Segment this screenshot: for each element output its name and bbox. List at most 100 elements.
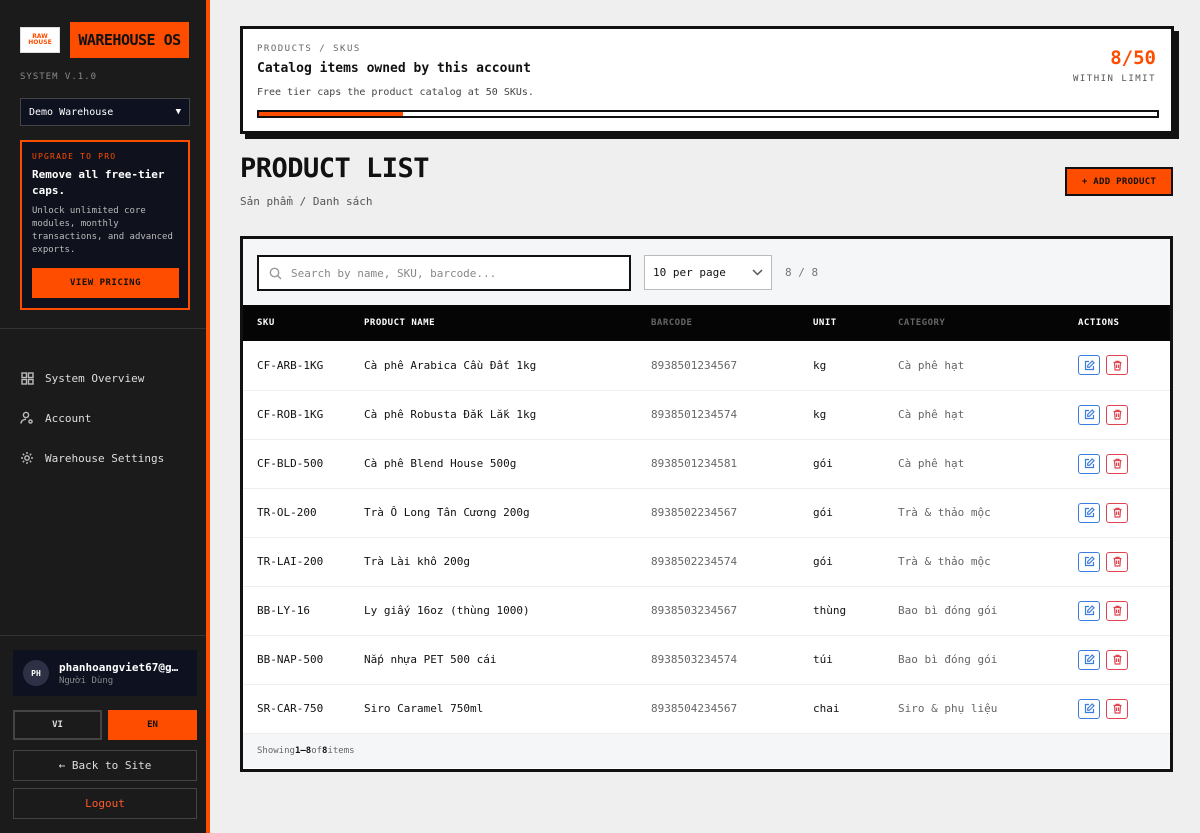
logo-row: RAW HOUSE WAREHOUSE OS	[20, 22, 189, 58]
row-actions	[1078, 600, 1170, 621]
quota-count: 8/50	[1110, 47, 1156, 69]
cell-barcode: 8938501234574	[651, 408, 738, 421]
cell-actions	[1078, 635, 1170, 684]
row-actions	[1078, 502, 1170, 523]
table-row[interactable]: CF-ROB-1KG Cà phê Robusta Đắk Lắk 1kg 8938…	[243, 390, 1170, 439]
cell-sku: BB-NAP-500	[257, 653, 324, 666]
avatar: PH	[23, 660, 49, 686]
quota-card: PRODUCTS / SKUS Catalog items owned by t…	[240, 26, 1174, 134]
column-header-name[interactable]: PRODUCT NAME	[364, 305, 651, 341]
table-row[interactable]: SR-CAR-750 Siro Caramel 750ml 893850423456…	[243, 684, 1170, 733]
delete-button[interactable]	[1106, 551, 1128, 572]
cell-category: Trà & thảo mộc	[898, 506, 991, 519]
trash-icon	[1113, 654, 1121, 665]
edit-button[interactable]	[1078, 698, 1100, 719]
column-header-category[interactable]: CATEGORY	[898, 305, 1078, 341]
cell-actions	[1078, 390, 1170, 439]
search-box[interactable]	[257, 255, 631, 291]
cell-sku: TR-OL-200	[257, 506, 317, 519]
column-header-unit[interactable]: UNIT	[813, 305, 898, 341]
quota-heading: Catalog items owned by this account	[257, 61, 531, 76]
edit-button[interactable]	[1078, 502, 1100, 523]
trash-icon	[1113, 605, 1121, 616]
sidebar-item-system-overview[interactable]: System Overview	[20, 358, 164, 398]
row-actions	[1078, 404, 1170, 425]
edit-icon	[1084, 654, 1095, 665]
footer-prefix: Showing	[257, 745, 295, 756]
table-row[interactable]: CF-BLD-500 Cà phê Blend House 500g 8938501…	[243, 439, 1170, 488]
product-table: SKU PRODUCT NAME BARCODE UNIT CATEGORY A…	[243, 305, 1170, 734]
lang-en-button[interactable]: EN	[108, 710, 197, 740]
logout-button[interactable]: Logout	[13, 788, 197, 819]
sidebar-nav: System Overview Account Warehouse Settin…	[20, 358, 164, 478]
cell-product-name: Ly giấy 16oz (thùng 1000)	[364, 604, 530, 617]
search-input[interactable]	[291, 266, 611, 280]
user-card[interactable]: PH phanhoangviet67@g… Người Dùng	[13, 650, 197, 696]
column-header-actions: ACTIONS	[1078, 318, 1120, 328]
lang-vi-button[interactable]: VI	[13, 710, 102, 740]
footer-mid: of	[311, 745, 323, 756]
cell-actions	[1078, 537, 1170, 586]
add-product-button[interactable]: + ADD PRODUCT	[1065, 167, 1173, 196]
delete-button[interactable]	[1106, 453, 1128, 474]
quota-status: WITHIN LIMIT	[1072, 74, 1156, 84]
cell-barcode: 8938501234581	[651, 457, 738, 470]
row-actions	[1078, 649, 1170, 670]
cell-category: Trà & thảo mộc	[898, 555, 991, 568]
edit-button[interactable]	[1078, 551, 1100, 572]
user-info: phanhoangviet67@g… Người Dùng	[59, 661, 187, 686]
edit-button[interactable]	[1078, 600, 1100, 621]
cell-unit: kg	[813, 408, 827, 421]
delete-button[interactable]	[1106, 355, 1128, 376]
cell-barcode: 8938502234567	[651, 506, 738, 519]
edit-button[interactable]	[1078, 453, 1100, 474]
edit-icon	[1084, 703, 1095, 714]
cell-actions	[1078, 586, 1170, 635]
table-row[interactable]: TR-OL-200 Trà Ô Long Tân Cương 200g 893850…	[243, 488, 1170, 537]
quota-progress-bar	[257, 110, 1159, 118]
back-to-site-button[interactable]: ← Back to Site	[13, 750, 197, 781]
edit-button[interactable]	[1078, 404, 1100, 425]
edit-button[interactable]	[1078, 355, 1100, 376]
sidebar-item-warehouse-settings[interactable]: Warehouse Settings	[20, 438, 164, 478]
divider	[0, 328, 206, 329]
user-role: Người Dùng	[59, 675, 114, 686]
delete-button[interactable]	[1106, 404, 1128, 425]
row-actions	[1078, 698, 1170, 719]
table-row[interactable]: TR-LAI-200 Trà Lài khô 200g 8938502234574 g…	[243, 537, 1170, 586]
table-header: SKU PRODUCT NAME BARCODE UNIT CATEGORY A…	[243, 305, 1170, 341]
per-page-select[interactable]: 10 per page	[644, 255, 772, 290]
divider	[0, 635, 206, 636]
sidebar-item-label: System Overview	[45, 371, 145, 385]
item-count: 8 / 8	[785, 266, 819, 279]
cell-product-name: Siro Caramel 750ml	[364, 702, 484, 715]
row-actions	[1078, 551, 1170, 572]
table-row[interactable]: BB-NAP-500 Nắp nhựa PET 500 cái 8938503234…	[243, 635, 1170, 684]
table-row[interactable]: BB-LY-16 Ly giấy 16oz (thùng 1000) 8938503…	[243, 586, 1170, 635]
column-header-sku[interactable]: SKU	[243, 305, 364, 341]
delete-button[interactable]	[1106, 600, 1128, 621]
column-header-barcode[interactable]: BARCODE	[651, 305, 813, 341]
view-pricing-button[interactable]: VIEW PRICING	[32, 268, 179, 298]
table-row[interactable]: CF-ARB-1KG Cà phê Arabica Cầu Đất 1kg 8938…	[243, 341, 1170, 390]
quota-progress-fill	[259, 112, 403, 116]
page-title: PRODUCT LIST	[240, 153, 430, 184]
cell-category: Cà phê hạt	[898, 408, 965, 421]
delete-button[interactable]	[1106, 649, 1128, 670]
sidebar-item-account[interactable]: Account	[20, 398, 164, 438]
delete-button[interactable]	[1106, 698, 1128, 719]
warehouse-select[interactable]: Demo Warehouse ▼	[20, 98, 190, 126]
cell-category: Bao bì đóng gói	[898, 653, 998, 666]
cell-actions	[1078, 684, 1170, 733]
table-header-row: SKU PRODUCT NAME BARCODE UNIT CATEGORY A…	[243, 305, 1170, 341]
edit-button[interactable]	[1078, 649, 1100, 670]
delete-button[interactable]	[1106, 502, 1128, 523]
cell-unit: chai	[813, 702, 840, 715]
cell-category: Siro & phụ liệu	[898, 702, 998, 715]
user-settings-icon	[20, 411, 34, 425]
logo[interactable]: RAW HOUSE	[20, 27, 60, 53]
trash-icon	[1113, 507, 1121, 518]
cell-unit: túi	[813, 653, 833, 666]
edit-icon	[1084, 507, 1095, 518]
logo-text: RAW HOUSE	[28, 33, 52, 46]
